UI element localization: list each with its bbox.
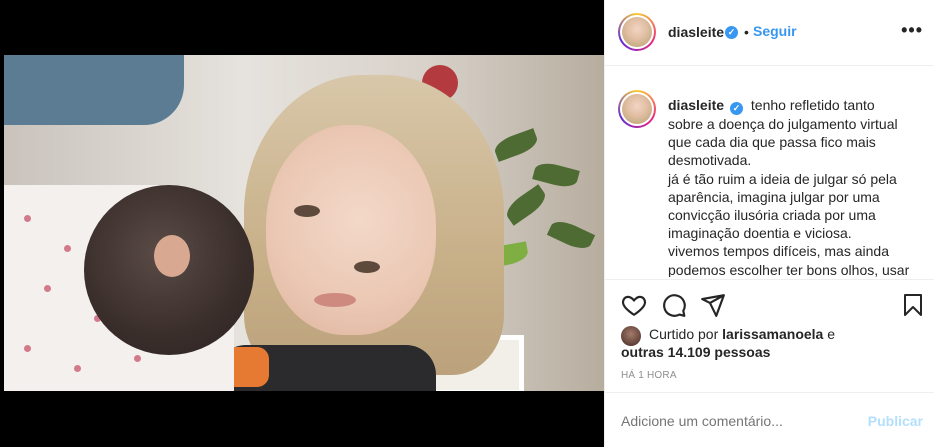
post-media[interactable] [0, 0, 604, 447]
caption-line: aparência, imagina julgar por uma [668, 188, 880, 205]
caption-line: que cada dia que passa fico mais [668, 134, 876, 151]
verified-icon: ✓ [725, 26, 738, 39]
liked-by-user[interactable]: larissamanoela [722, 326, 823, 342]
post-timestamp[interactable]: HÁ 1 HORA [621, 370, 677, 381]
caption-verified-icon: ✓ [730, 102, 744, 115]
divider [605, 279, 934, 280]
heart-icon[interactable] [621, 292, 647, 318]
caption-line: sobre a doença do julgamento virtual [668, 116, 898, 132]
comment-input[interactable] [621, 413, 841, 429]
instagram-post-modal: diasleite ✓ • Seguir ••• diasleite ✓ tenh… [0, 0, 934, 447]
comment-icon[interactable] [661, 292, 687, 318]
bookmark-icon[interactable] [901, 292, 925, 318]
caption-line: imaginação doentia e viciosa. [668, 225, 852, 242]
post-header: diasleite ✓ • Seguir ••• [605, 0, 934, 66]
follow-button[interactable]: Seguir [753, 23, 797, 39]
caption-text: diasleite ✓ tenho refletido tanto sobre a… [668, 96, 930, 277]
post-caption: diasleite ✓ tenho refletido tanto sobre a… [605, 82, 934, 277]
header-separator: • [744, 24, 749, 40]
more-icon[interactable]: ••• [901, 20, 923, 41]
likes-count[interactable]: outras 14.109 pessoas [621, 343, 770, 361]
caption-line: desmotivada. [668, 152, 752, 169]
caption-line: tenho refletido tanto [750, 97, 875, 113]
action-bar [605, 288, 934, 322]
avatar[interactable] [618, 13, 656, 51]
header-username[interactable]: diasleite [668, 24, 724, 40]
caption-line: já é tão ruim a ideia de julgar só pela [668, 170, 897, 187]
liked-by-line: Curtido por larissamanoela e [649, 326, 836, 342]
publish-button[interactable]: Publicar [868, 413, 923, 429]
share-icon[interactable] [700, 292, 726, 318]
post-sidebar: diasleite ✓ • Seguir ••• diasleite ✓ tenh… [604, 0, 934, 447]
caption-username[interactable]: diasleite [668, 97, 724, 113]
caption-line: vivemos tempos difíceis, mas ainda [668, 243, 889, 260]
caption-line: podemos escolher ter bons olhos, usar [668, 261, 910, 277]
post-photo[interactable] [4, 55, 604, 391]
comment-bar: Publicar [605, 392, 934, 447]
caption-line: convicção ilusória criada por uma [668, 207, 876, 224]
caption-avatar[interactable] [618, 90, 656, 128]
